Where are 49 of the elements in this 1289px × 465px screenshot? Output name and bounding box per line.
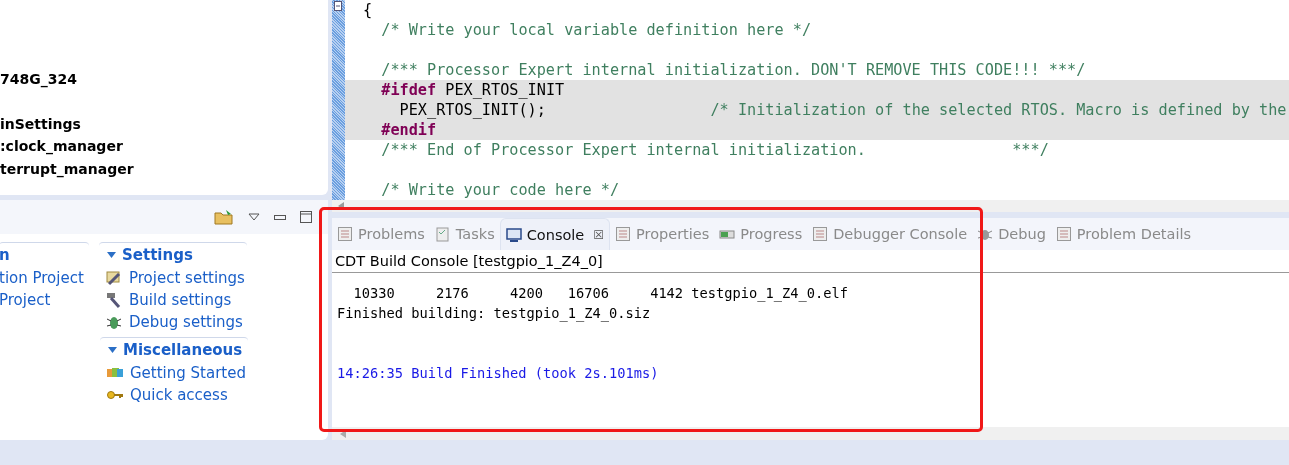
code-line: /*** Processor Expert internal initialization. DON'T REMOVE THIS CODE!!! ***/: [380, 60, 1087, 80]
scroll-left-icon[interactable]: [338, 202, 344, 210]
fold-icon[interactable]: [334, 1, 342, 11]
console-title: CDT Build Console [testgpio_1_Z4_0]: [332, 250, 1289, 273]
folder-icon[interactable]: [214, 209, 234, 225]
console-line: 10330 2176 4200 16706 4142 testgpio_1_Z4_0.elf: [352, 284, 848, 303]
view-tab[interactable]: Console ☒: [499, 218, 611, 250]
quick-link[interactable]: Project: [0, 289, 51, 311]
wrench-icon: [105, 269, 123, 287]
code-line: /* Write your local variable definition here */: [380, 20, 813, 40]
list-icon: [812, 226, 829, 242]
quick-link[interactable]: Quick access: [100, 384, 228, 406]
section-heading[interactable]: Settings: [99, 242, 247, 267]
tree-item[interactable]: inSettings: [0, 112, 81, 135]
view-tab[interactable]: Tasks: [429, 218, 500, 250]
quick-link[interactable]: Project settings: [99, 267, 245, 289]
tree-item[interactable]: 748G_324: [0, 67, 77, 90]
list-icon: [1055, 226, 1072, 242]
view-tab[interactable]: Properties: [610, 218, 715, 250]
quick-link[interactable]: tion Project: [0, 267, 84, 289]
view-tab[interactable]: Debug: [972, 218, 1051, 250]
hammer-icon: [105, 291, 123, 309]
section-heading[interactable]: n: [0, 242, 89, 267]
quick-link[interactable]: Build settings: [99, 289, 232, 311]
code-line: /* Write your code here */: [380, 180, 621, 200]
code-line: {: [362, 0, 374, 20]
maximize-icon[interactable]: [300, 211, 312, 223]
monitor-icon: [505, 226, 522, 243]
list-icon: [337, 226, 353, 242]
code-line: /*** End of Processor Expert internal initialization. ***/: [380, 140, 1050, 160]
list-icon: [615, 226, 632, 242]
scroll-left-icon[interactable]: [340, 429, 346, 438]
quick-link[interactable]: Getting Started: [100, 362, 246, 384]
quick-link[interactable]: Debug settings: [99, 311, 243, 333]
clipboard-icon: [434, 226, 451, 242]
view-tab[interactable]: Problems: [332, 218, 430, 250]
collapse-icon[interactable]: [108, 347, 117, 353]
close-tab-button[interactable]: ☒: [593, 227, 605, 242]
tree-item[interactable]: terrupt_manager: [0, 157, 134, 180]
view-menu-icon[interactable]: [248, 213, 260, 221]
collapse-icon[interactable]: [107, 252, 116, 258]
console-line: 14:26:35 Build Finished (took 2s.101ms): [337, 364, 659, 383]
console-line: Finished building: testgpio_1_Z4_0.siz: [337, 304, 651, 323]
view-tab[interactable]: Debugger Console: [807, 218, 973, 250]
view-tab[interactable]: Progress: [714, 218, 808, 250]
tree-item[interactable]: :clock_manager: [0, 135, 123, 158]
view-tab[interactable]: Problem Details: [1050, 218, 1196, 250]
minimize-icon[interactable]: [274, 214, 286, 220]
section-heading[interactable]: Miscellaneous: [100, 337, 248, 362]
